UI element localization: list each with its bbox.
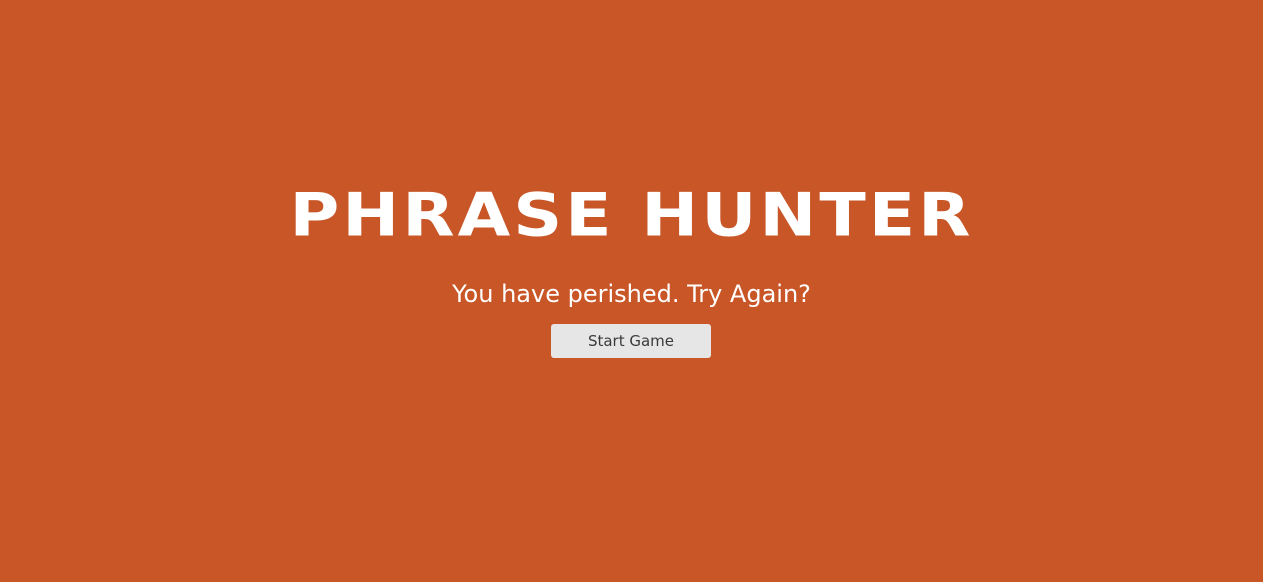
start-game-button[interactable]: Start Game <box>551 324 711 358</box>
game-over-message: You have perished. Try Again? <box>452 280 811 308</box>
game-title: PHRASE HUNTER <box>289 180 974 251</box>
game-overlay: PHRASE HUNTER You have perished. Try Aga… <box>0 0 1263 582</box>
